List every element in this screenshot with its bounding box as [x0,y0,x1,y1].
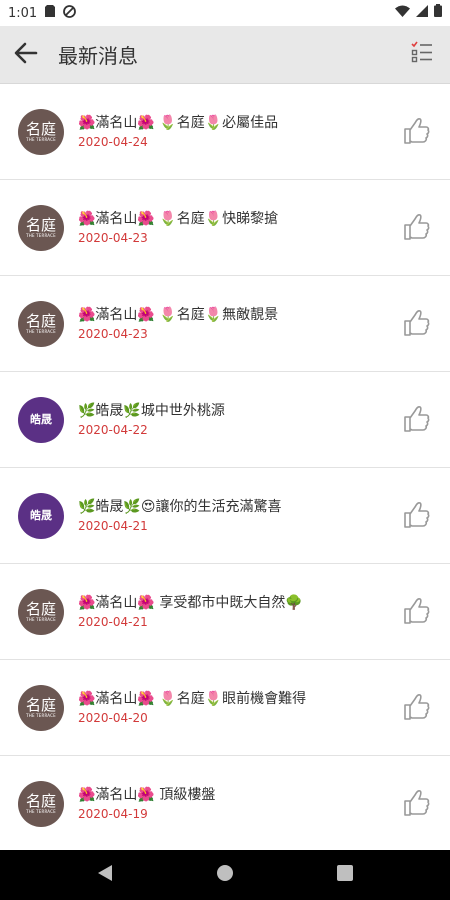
thumbs-up-icon[interactable] [402,404,432,434]
avatar-label: 名庭 [25,599,56,618]
avatar-label: 名庭 [25,119,56,138]
signal-icon [416,4,428,21]
thumbs-up-icon[interactable] [402,596,432,626]
list-item[interactable]: 名庭 THE TERRACE 🌺滿名山🌺 🌷名庭🌷無敵靚景 2020-04-23 [0,276,450,372]
avatar-mingting: 名庭 THE TERRACE [18,588,64,635]
checklist-icon [411,41,433,67]
avatar-sublabel: THE TERRACE [26,616,56,622]
message-text: 🌺滿名山🌺 🌷名庭🌷眼前機會難得 2020-04-20 [78,690,450,725]
avatar-label: 名庭 [25,695,56,714]
nav-home-button[interactable] [165,864,285,886]
thumbs-up-icon[interactable] [402,500,432,530]
message-text: 🌺滿名山🌺 頂級樓盤 2020-04-19 [78,786,450,821]
message-title: 🌺滿名山🌺 頂級樓盤 [78,787,216,803]
list-item[interactable]: 名庭 THE TERRACE 🌺滿名山🌺 🌷名庭🌷快睇黎搶 2020-04-23 [0,180,450,276]
message-text: 🌺滿名山🌺 享受都市中既大自然🌳 2020-04-21 [78,594,450,629]
wifi-icon [395,5,410,21]
message-title: 🌺滿名山🌺 🌷名庭🌷眼前機會難得 [78,691,307,707]
message-date: 2020-04-20 [78,711,148,725]
avatar-mingting: 名庭 THE TERRACE [18,300,64,347]
thumbs-up-icon[interactable] [402,116,432,146]
list-item[interactable]: 名庭 THE TERRACE 🌺滿名山🌺 頂級樓盤 2020-04-19 [0,756,450,852]
avatar-label: 名庭 [25,311,56,330]
avatar-mingting: 名庭 THE TERRACE [18,108,64,155]
message-date: 2020-04-22 [78,423,148,437]
message-title: 🌿皓晟🌿城中世外桃源 [78,403,225,419]
avatar-mingting: 名庭 THE TERRACE [18,780,64,827]
page-title: 最新消息 [58,44,138,68]
circle-home-icon [216,864,234,886]
list-item[interactable]: 皓晟 🌿皓晟🌿😍讓你的生活充滿驚喜 2020-04-21 [0,468,450,564]
list-item[interactable]: 名庭 THE TERRACE 🌺滿名山🌺 🌷名庭🌷眼前機會難得 2020-04-20 [0,660,450,756]
thumbs-up-icon[interactable] [402,788,432,818]
message-date: 2020-04-23 [78,231,148,245]
message-title: 🌺滿名山🌺 🌷名庭🌷快睇黎搶 [78,211,279,227]
message-list: 名庭 THE TERRACE 🌺滿名山🌺 🌷名庭🌷必屬佳品 2020-04-24 名庭 T… [0,84,450,852]
list-item[interactable]: 名庭 THE TERRACE 🌺滿名山🌺 享受都市中既大自然🌳 2020-04-21 [0,564,450,660]
avatar-sublabel: THE TERRACE [26,136,56,142]
message-text: 🌺滿名山🌺 🌷名庭🌷必屬佳品 2020-04-24 [78,114,450,149]
list-item[interactable]: 皓晟 🌿皓晟🌿城中世外桃源 2020-04-22 [0,372,450,468]
system-nav-bar [0,850,450,900]
message-date: 2020-04-19 [78,807,148,821]
arrow-left-icon [14,42,38,68]
data-saver-icon [63,4,77,22]
message-title: 🌺滿名山🌺 享受都市中既大自然🌳 [78,595,303,611]
thumbs-up-icon[interactable] [402,692,432,722]
avatar-label: 名庭 [25,215,56,234]
list-item[interactable]: 名庭 THE TERRACE 🌺滿名山🌺 🌷名庭🌷必屬佳品 2020-04-24 [0,84,450,180]
message-text: 🌿皓晟🌿😍讓你的生活充滿驚喜 2020-04-21 [78,498,450,533]
square-recents-icon [337,865,353,885]
message-text: 🌺滿名山🌺 🌷名庭🌷快睇黎搶 2020-04-23 [78,210,450,245]
message-title: 🌺滿名山🌺 🌷名庭🌷必屬佳品 [78,115,279,131]
message-date: 2020-04-21 [78,519,148,533]
avatar-mingting: 名庭 THE TERRACE [18,204,64,251]
status-bar: 1:01 [0,0,450,26]
avatar-sublabel: THE TERRACE [26,808,56,814]
thumbs-up-icon[interactable] [402,212,432,242]
sim-card-icon [45,5,56,21]
thumbs-up-icon[interactable] [402,308,432,338]
back-button[interactable] [0,26,52,83]
avatar-label: 名庭 [25,791,56,810]
status-time: 1:01 [8,5,38,21]
avatar-haoshi: 皓晟 [18,492,64,539]
message-title: 🌺滿名山🌺 🌷名庭🌷無敵靚景 [78,307,279,323]
message-date: 2020-04-24 [78,135,148,149]
message-text: 🌺滿名山🌺 🌷名庭🌷無敵靚景 2020-04-23 [78,306,450,341]
message-date: 2020-04-21 [78,615,148,629]
avatar-sublabel: THE TERRACE [26,232,56,238]
nav-recents-button[interactable] [285,865,405,885]
filter-list-button[interactable] [408,40,436,68]
nav-back-button[interactable] [45,864,165,886]
triangle-back-icon [97,864,113,886]
battery-icon [434,4,442,21]
message-text: 🌿皓晟🌿城中世外桃源 2020-04-22 [78,402,450,437]
message-date: 2020-04-23 [78,327,148,341]
avatar-label: 皓晟 [30,412,52,426]
avatar-sublabel: THE TERRACE [26,712,56,718]
avatar-sublabel: THE TERRACE [26,328,56,334]
avatar-haoshi: 皓晟 [18,396,64,443]
avatar-mingting: 名庭 THE TERRACE [18,684,64,731]
app-bar: 最新消息 [0,26,450,84]
avatar-label: 皓晟 [30,508,52,522]
message-title: 🌿皓晟🌿😍讓你的生活充滿驚喜 [78,499,282,515]
